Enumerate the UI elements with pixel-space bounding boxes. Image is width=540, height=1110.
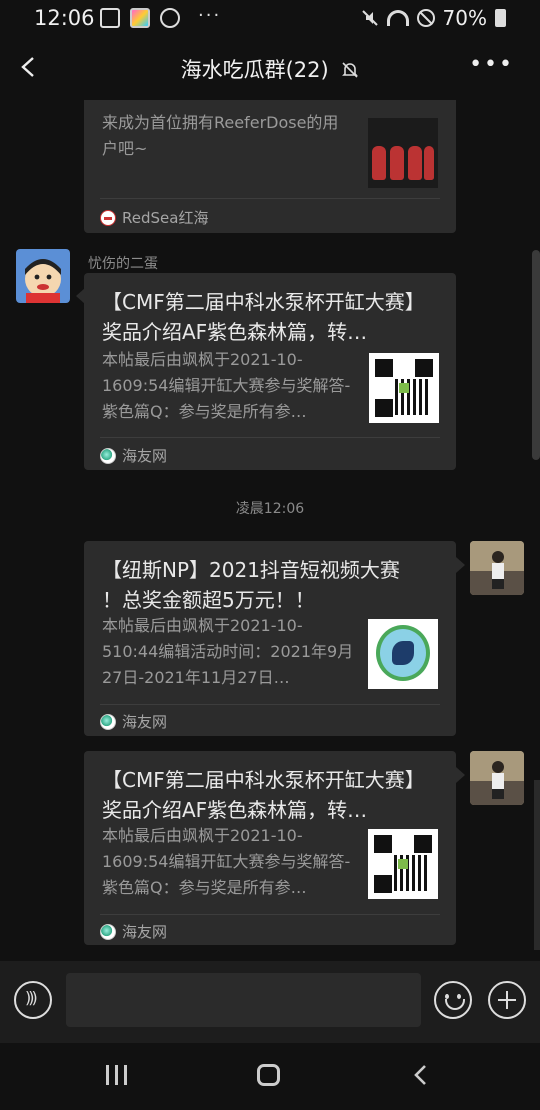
message-input[interactable]: [66, 973, 421, 1027]
battery-percent: 70%: [442, 6, 487, 30]
link-card-message[interactable]: 【CMF第二届中科水泵杯开缸大赛】奖品介绍AF紫色森林篇，转… 本帖最后由飒枫于…: [84, 751, 456, 945]
recent-apps-icon[interactable]: [106, 1065, 128, 1085]
back-nav-icon[interactable]: [410, 1063, 432, 1087]
plus-icon[interactable]: [488, 981, 526, 1019]
card-source-label: 海友网: [122, 713, 168, 731]
card-title: 【CMF第二届中科水泵杯开缸大赛】奖品介绍AF紫色森林篇，转…: [102, 768, 415, 822]
card-divider: [100, 198, 440, 199]
card-source: RedSea红海: [100, 207, 208, 228]
avatar[interactable]: [470, 751, 524, 805]
qr-code-thumbnail: [369, 353, 439, 423]
chat-title-wrap[interactable]: 海水吃瓜群(22): [0, 54, 540, 84]
person-photo-icon: [470, 541, 524, 595]
game-icon: [160, 8, 180, 28]
link-card-message[interactable]: 【CMF第二届中科水泵杯开缸大赛】奖品介绍AF紫色森林篇，转… 本帖最后由飒枫于…: [84, 273, 456, 470]
person-photo-icon: [470, 751, 524, 805]
link-card-message[interactable]: 【纽斯NP】2021抖音短视频大赛 ！总奖金额超5万元！！ 本帖最后由飒枫于20…: [84, 541, 456, 736]
card-divider: [100, 704, 440, 705]
card-source-label: 海友网: [122, 447, 168, 465]
logo-thumbnail: [368, 619, 438, 689]
card-description: 本帖最后由飒枫于2021-10-1609:54编辑开缸大赛参与奖解答-紫色篇Q：…: [102, 826, 351, 897]
cartoon-avatar-icon: [25, 259, 61, 303]
chat-header: 海水吃瓜群(22) •••: [0, 38, 540, 100]
status-bar: 12:06 ··· 70%: [0, 0, 540, 38]
chat-title: 海水吃瓜群(22): [180, 58, 329, 82]
card-description: 本帖最后由飒枫于2021-10-1609:54编辑开缸大赛参与奖解答-紫色篇Q：…: [102, 350, 351, 421]
gallery-icon: [100, 8, 120, 28]
wifi-icon: [386, 10, 409, 26]
qr-code-thumbnail: [368, 829, 438, 899]
card-source: 海友网: [100, 711, 167, 732]
status-system-icons: 70%: [361, 6, 506, 30]
avatar[interactable]: [16, 249, 70, 303]
sender-name: 忧伤的二蛋: [88, 256, 158, 272]
more-icon[interactable]: •••: [469, 52, 514, 77]
home-icon[interactable]: [257, 1064, 280, 1086]
bubble-tail: [456, 767, 465, 783]
mute-icon: [361, 10, 378, 26]
time-separator: 凌晨12:06: [235, 501, 305, 517]
dnd-icon: [416, 9, 435, 27]
card-source-label: RedSea红海: [122, 209, 209, 227]
status-notification-icons: ···: [100, 4, 222, 28]
card-divider: [100, 914, 440, 915]
card-description: 本帖最后由飒枫于2021-10-510:44编辑活动时间：2021年9月27日-…: [102, 616, 354, 687]
card-title: 【纽斯NP】2021抖音短视频大赛 ！总奖金额超5万元！！: [102, 558, 400, 612]
more-dots-icon: ···: [198, 4, 222, 26]
bell-muted-icon: [342, 62, 359, 78]
avatar[interactable]: [470, 541, 524, 595]
card-divider: [100, 437, 440, 438]
redsea-logo-icon: [100, 209, 116, 226]
haiyou-logo-icon: [100, 923, 116, 940]
haiyou-logo-icon: [100, 447, 116, 464]
card-description: 来成为首位拥有ReeferDose的用户吧~: [102, 113, 339, 158]
card-source: 海友网: [100, 921, 167, 942]
haiyou-logo-icon: [100, 713, 116, 730]
chat-messages[interactable]: 来成为首位拥有ReeferDose的用户吧~ RedSea红海 忧伤的二蛋 【C…: [0, 100, 540, 961]
bubble-tail: [456, 557, 465, 573]
status-time: 12:06: [34, 6, 95, 30]
scroll-handle[interactable]: [532, 250, 540, 460]
card-thumbnail: [368, 118, 438, 188]
card-source: 海友网: [100, 445, 167, 466]
system-nav-bar: [0, 1043, 540, 1110]
emoji-icon[interactable]: [434, 981, 472, 1019]
message-input-bar: [0, 961, 540, 1043]
link-card-message[interactable]: 来成为首位拥有ReeferDose的用户吧~ RedSea红海: [84, 100, 456, 233]
card-title: 【CMF第二届中科水泵杯开缸大赛】奖品介绍AF紫色森林篇，转…: [102, 290, 415, 344]
card-source-label: 海友网: [122, 923, 168, 941]
app-icon: [130, 8, 150, 28]
voice-icon[interactable]: [14, 981, 52, 1019]
scroll-track: [534, 780, 540, 950]
battery-icon: [495, 9, 506, 27]
